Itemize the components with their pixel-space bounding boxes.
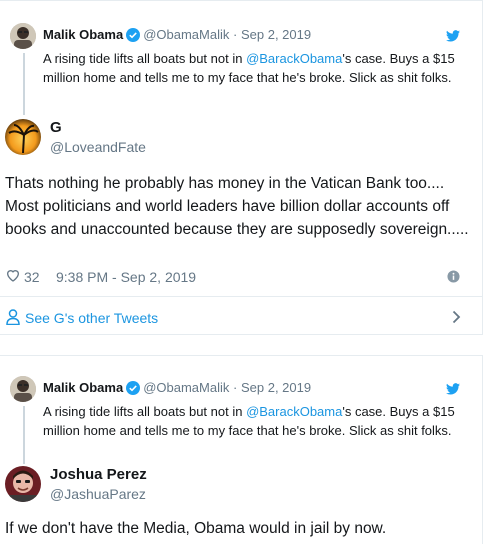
separator-dot: · — [233, 380, 238, 395]
heart-icon[interactable] — [5, 267, 21, 286]
quoted-tweet-header: Malik Obama @ObamaMalik · Sep 2, 2019 — [43, 380, 311, 398]
quoted-author-avatar[interactable] — [10, 376, 36, 402]
reply-author-handle[interactable]: @LoveandFate — [50, 139, 146, 155]
mention-link[interactable]: @BarackObama — [246, 404, 342, 419]
quoted-author-avatar[interactable] — [10, 23, 36, 49]
quoted-author-name[interactable]: Malik Obama — [43, 27, 123, 42]
twitter-bird-icon[interactable] — [446, 382, 460, 400]
quoted-text-part: A rising tide lifts all boats but not in — [43, 404, 247, 419]
verified-badge-icon — [126, 28, 141, 45]
thread-line — [23, 406, 25, 464]
mention-link[interactable]: @BarackObama — [246, 51, 342, 66]
quoted-author-handle[interactable]: @ObamaMalik — [143, 27, 229, 42]
verified-badge-icon — [126, 381, 141, 398]
see-other-tweets-label[interactable]: See G's other Tweets — [25, 310, 158, 326]
tweet-timestamp[interactable]: 9:38 PM - Sep 2, 2019 — [56, 269, 196, 285]
thread-line — [23, 53, 25, 115]
quoted-tweet-date[interactable]: Sep 2, 2019 — [241, 380, 311, 395]
tweet-meta: 32 9:38 PM - Sep 2, 2019 — [5, 267, 470, 287]
reply-text: Thats nothing he probably has money in t… — [5, 175, 469, 238]
quoted-author-handle[interactable]: @ObamaMalik — [143, 380, 229, 395]
twitter-bird-icon[interactable] — [446, 29, 460, 47]
quoted-tweet-date[interactable]: Sep 2, 2019 — [241, 27, 311, 42]
reply-author-avatar[interactable] — [5, 466, 41, 502]
person-icon — [6, 309, 20, 330]
quoted-text-part: A rising tide lifts all boats but not in — [43, 51, 247, 66]
reply-author-name[interactable]: G — [50, 119, 62, 136]
divider — [0, 296, 482, 297]
tweet-card-1: Malik Obama @ObamaMalik · Sep 2, 2019 A r… — [0, 0, 483, 335]
quoted-tweet-header: Malik Obama @ObamaMalik · Sep 2, 2019 — [43, 27, 311, 45]
quoted-tweet-text: A rising tide lifts all boats but not in… — [43, 402, 473, 440]
chevron-right-icon[interactable] — [452, 310, 461, 329]
see-other-tweets-link[interactable]: See G's other Tweets — [6, 308, 471, 328]
reply-author-name[interactable]: Joshua Perez — [50, 466, 147, 483]
info-icon[interactable] — [447, 270, 460, 286]
quoted-tweet-text: A rising tide lifts all boats but not in… — [43, 49, 473, 87]
tweet-card-2: Malik Obama @ObamaMalik · Sep 2, 2019 A r… — [0, 355, 483, 544]
reply-text: If we don't have the Media, Obama would … — [5, 520, 387, 537]
separator-dot: · — [233, 27, 238, 42]
like-count[interactable]: 32 — [24, 269, 40, 285]
reply-author-avatar[interactable] — [5, 119, 41, 155]
reply-author-handle[interactable]: @JashuaParez — [50, 486, 146, 502]
quoted-author-name[interactable]: Malik Obama — [43, 380, 123, 395]
